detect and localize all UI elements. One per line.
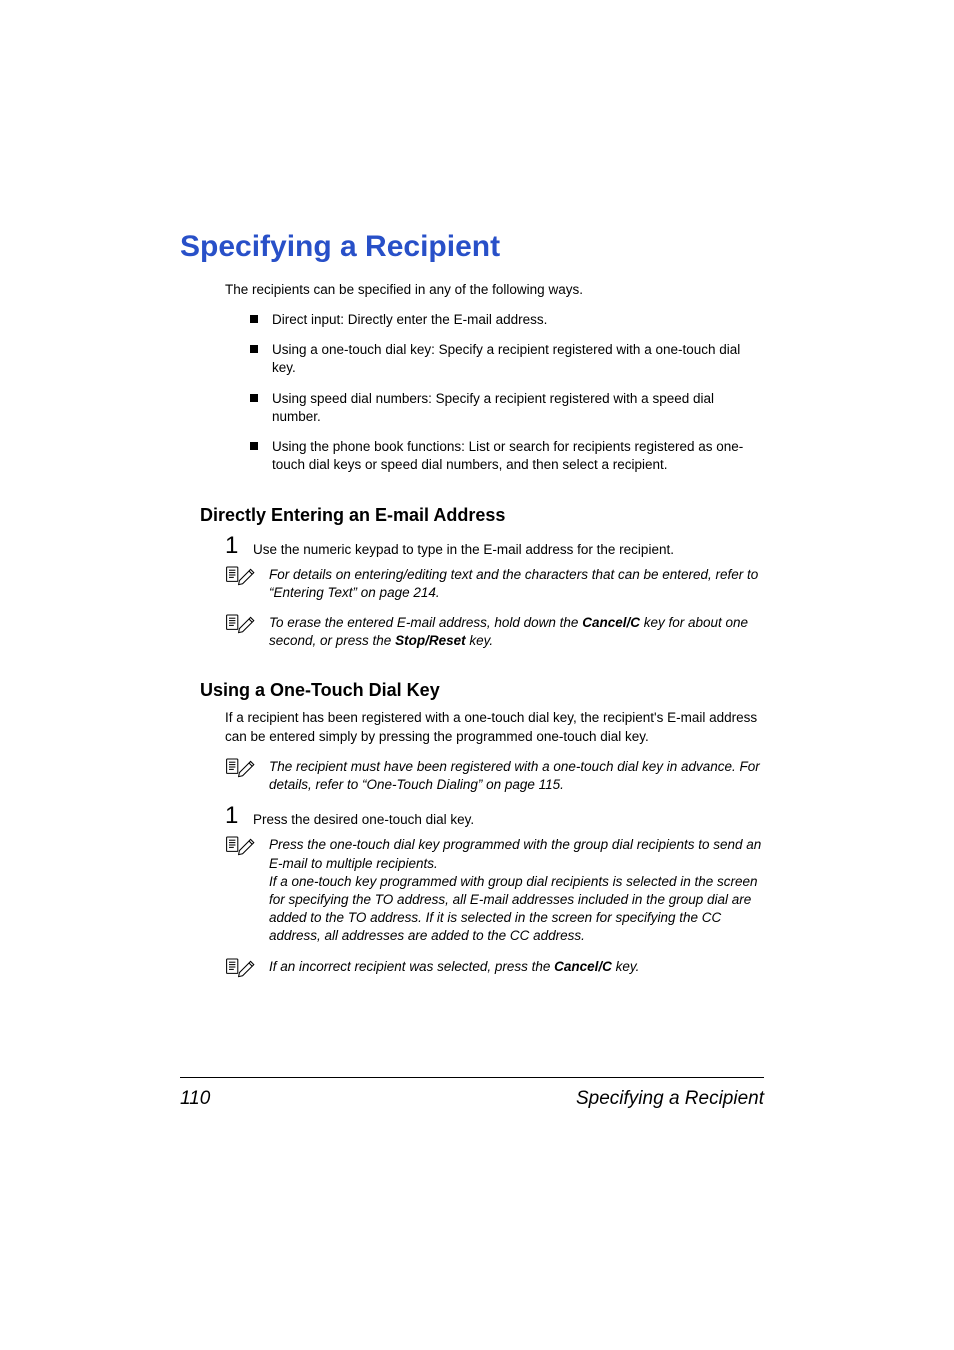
- bullet-text: Using the phone book functions: List or …: [272, 438, 754, 474]
- note-pen-icon: [225, 612, 257, 639]
- note-fragment: key.: [466, 633, 494, 648]
- note-pen-icon: [225, 756, 257, 783]
- note-bold: Cancel/C: [582, 615, 640, 630]
- bullet-text: Using speed dial numbers: Specify a reci…: [272, 390, 754, 426]
- note-pen-icon: [225, 956, 257, 983]
- note-bold: Stop/Reset: [395, 633, 466, 648]
- footer-title: Specifying a Recipient: [576, 1088, 764, 1110]
- note-block: For details on entering/editing text and…: [225, 564, 764, 602]
- note-text: To erase the entered E-mail address, hol…: [269, 612, 764, 650]
- section-paragraph: If a recipient has been registered with …: [225, 709, 764, 745]
- note-text: Press the one-touch dial key programmed …: [269, 834, 764, 945]
- note-text: The recipient must have been registered …: [269, 756, 764, 794]
- step-number: 1: [225, 804, 243, 828]
- bullet-item: Using speed dial numbers: Specify a reci…: [250, 390, 754, 426]
- step-text: Press the desired one-touch dial key.: [253, 804, 474, 827]
- section-heading-onetouch: Using a One-Touch Dial Key: [200, 680, 764, 701]
- note-block: If an incorrect recipient was selected, …: [225, 956, 764, 983]
- bullet-item: Using a one-touch dial key: Specify a re…: [250, 341, 754, 377]
- note-fragment: If an incorrect recipient was selected, …: [269, 959, 554, 974]
- note-block: Press the one-touch dial key programmed …: [225, 834, 764, 945]
- bullet-item: Direct input: Directly enter the E-mail …: [250, 311, 754, 329]
- note-text: For details on entering/editing text and…: [269, 564, 764, 602]
- square-bullet-icon: [250, 315, 258, 323]
- note-bold: Cancel/C: [554, 959, 612, 974]
- note-fragment: key.: [612, 959, 640, 974]
- step-text: Use the numeric keypad to type in the E-…: [253, 534, 674, 557]
- square-bullet-icon: [250, 442, 258, 450]
- section-heading-direct: Directly Entering an E-mail Address: [200, 505, 764, 526]
- page-footer: 110 Specifying a Recipient: [180, 1077, 764, 1110]
- step-1-onetouch: 1 Press the desired one-touch dial key.: [225, 804, 764, 828]
- square-bullet-icon: [250, 394, 258, 402]
- square-bullet-icon: [250, 345, 258, 353]
- main-title: Specifying a Recipient: [180, 230, 764, 264]
- note-pen-icon: [225, 564, 257, 591]
- bullet-text: Direct input: Directly enter the E-mail …: [272, 311, 547, 329]
- bullet-text: Using a one-touch dial key: Specify a re…: [272, 341, 754, 377]
- note-fragment: To erase the entered E-mail address, hol…: [269, 615, 582, 630]
- bullet-item: Using the phone book functions: List or …: [250, 438, 754, 474]
- note-pen-icon: [225, 834, 257, 861]
- intro-text: The recipients can be specified in any o…: [225, 282, 764, 297]
- document-page: Specifying a Recipient The recipients ca…: [0, 0, 954, 983]
- step-1-direct: 1 Use the numeric keypad to type in the …: [225, 534, 764, 558]
- bullet-list: Direct input: Directly enter the E-mail …: [250, 311, 754, 475]
- note-block: The recipient must have been registered …: [225, 756, 764, 794]
- step-number: 1: [225, 534, 243, 558]
- note-block: To erase the entered E-mail address, hol…: [225, 612, 764, 650]
- page-number: 110: [180, 1088, 210, 1110]
- note-text: If an incorrect recipient was selected, …: [269, 956, 639, 976]
